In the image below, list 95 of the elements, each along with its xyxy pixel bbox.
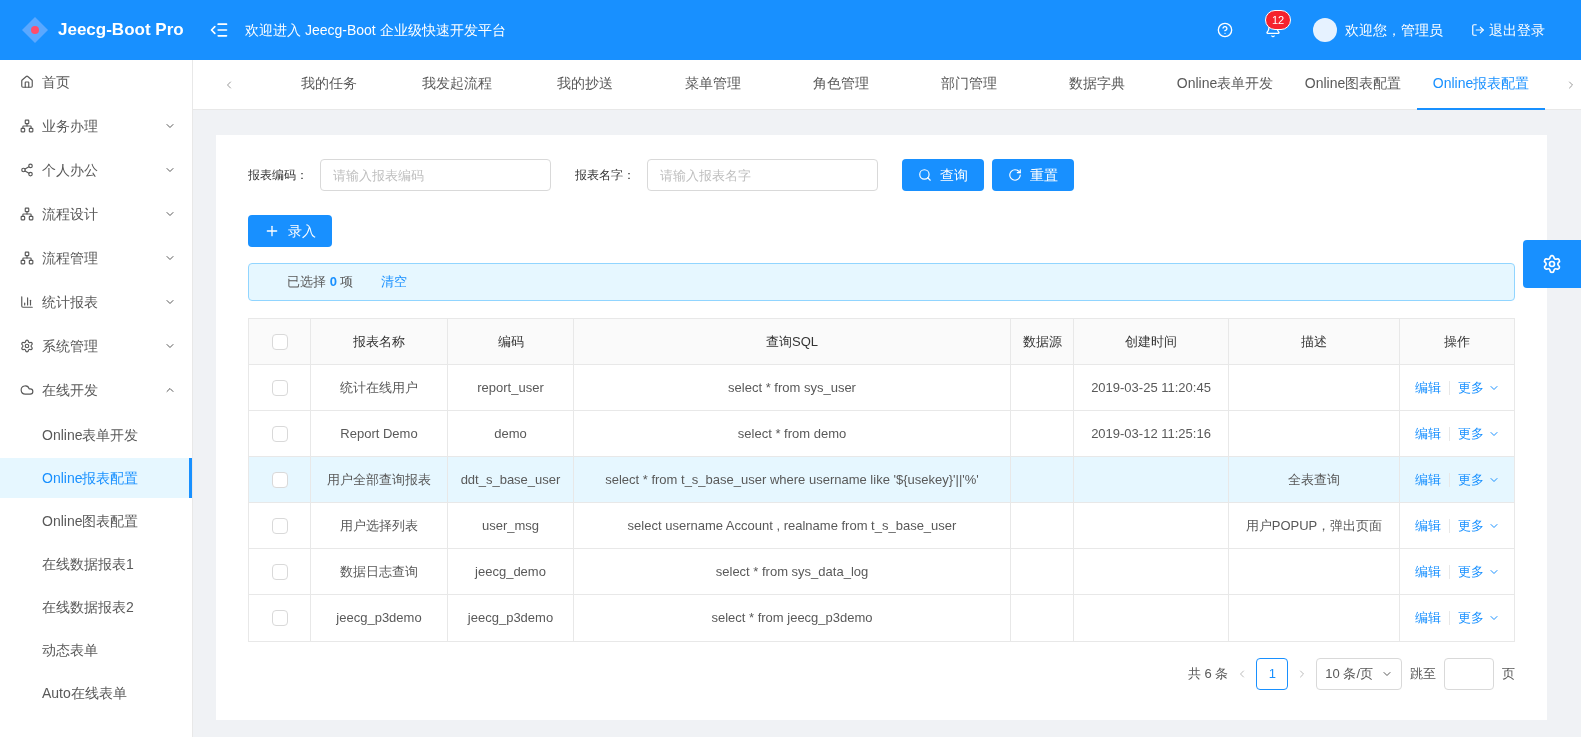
tab[interactable]: Online图表配置 bbox=[1289, 59, 1417, 110]
tab[interactable]: 部门管理 bbox=[905, 59, 1033, 110]
share-icon bbox=[20, 163, 34, 177]
menu-icon[interactable] bbox=[209, 20, 229, 40]
search-icon bbox=[918, 168, 932, 182]
table-row[interactable]: 用户选择列表 user_msg select username Account , realname from t_s_base_user 用户POPUP，弹出页面 编辑 更多 bbox=[249, 503, 1514, 549]
logout-icon[interactable] bbox=[1471, 23, 1485, 37]
table-cell-text: 数据日志查询 bbox=[340, 562, 418, 581]
settings-icon bbox=[1542, 254, 1562, 274]
page-size-select[interactable]: 10 条/页 bbox=[1316, 658, 1402, 690]
bar-chart-icon bbox=[20, 295, 34, 309]
sidebar-item[interactable]: 首页 bbox=[0, 60, 192, 104]
column-header: 编码 bbox=[448, 319, 574, 364]
table-cell-text: user_msg bbox=[481, 516, 540, 535]
column-header: 描述 bbox=[1229, 319, 1400, 364]
selection-info: 已选择 0 项 bbox=[287, 273, 354, 292]
total-count: 共 6 条 bbox=[1187, 665, 1229, 684]
sidebar-subitem[interactable]: 在线数据报表2 bbox=[0, 587, 192, 627]
table-cell-text: jeecg_demo bbox=[475, 562, 546, 581]
table-cell-text: 全表查询 bbox=[1288, 470, 1340, 489]
table-cell-text: demo bbox=[494, 424, 527, 443]
sidebar-item[interactable]: 系统管理 bbox=[0, 324, 192, 368]
checkbox[interactable] bbox=[271, 517, 288, 534]
tab[interactable]: 我的抄送 bbox=[521, 59, 649, 110]
tab[interactable]: 角色管理 bbox=[777, 59, 905, 110]
home-icon bbox=[20, 75, 34, 89]
sidebar-item[interactable]: 统计报表 bbox=[0, 280, 192, 324]
table-row[interactable]: 统计在线用户 report_user select * from sys_user 2019-03-25 11:20:45 编辑 更多 bbox=[249, 365, 1514, 411]
table-cell-text: ddt_s_base_user bbox=[460, 470, 561, 489]
sitemap-icon bbox=[20, 119, 34, 133]
checkbox[interactable] bbox=[271, 425, 288, 442]
sidebar-subitem[interactable]: 动态表单 bbox=[0, 630, 192, 670]
sidebar-subitem[interactable]: Online图表配置 bbox=[0, 501, 192, 541]
table-cell-text: jeecg_p3demo bbox=[336, 609, 422, 628]
tab[interactable]: 我发起流程 bbox=[393, 59, 521, 110]
table-cell-text: 用户POPUP，弹出页面 bbox=[1245, 516, 1383, 535]
table-cell-text: 统计在线用户 bbox=[340, 378, 418, 397]
table-cell-text: select * from demo bbox=[737, 424, 847, 443]
column-header: 操作 bbox=[1443, 332, 1471, 351]
app-title: Jeecg-Boot Pro bbox=[58, 19, 184, 42]
help-icon[interactable] bbox=[1217, 22, 1233, 38]
plus-icon bbox=[264, 223, 280, 239]
table-cell-text: jeecg_p3demo bbox=[467, 609, 554, 628]
table-cell-text: 用户全部查询报表 bbox=[327, 470, 431, 489]
table-cell-text: select * from jeecg_p3demo bbox=[711, 609, 873, 628]
page-label: 页 bbox=[1502, 665, 1515, 684]
table-cell-text: 2019-03-25 11:20:45 bbox=[1091, 378, 1211, 397]
search-field[interactable]: 请输入报表编码 bbox=[320, 159, 551, 191]
field-label: 报表名字： bbox=[575, 167, 635, 184]
sidebar-subitem[interactable]: 在线数据报表1 bbox=[0, 544, 192, 584]
sidebar-item[interactable]: 流程设计 bbox=[0, 192, 192, 236]
tab[interactable]: 菜单管理 bbox=[649, 59, 777, 110]
refresh-icon bbox=[1008, 168, 1022, 182]
settings-button[interactable] bbox=[1523, 240, 1581, 288]
table-row[interactable]: 用户全部查询报表 ddt_s_base_user select * from t_s_base_user where username like '${usekey}'||'%' 全表查询 编辑 更多 bbox=[249, 457, 1514, 503]
avatar[interactable] bbox=[1313, 18, 1337, 42]
sidebar-subitem[interactable]: Online表单开发 bbox=[0, 415, 192, 455]
column-header: 数据源 bbox=[1011, 319, 1074, 364]
sidebar-item[interactable]: 流程管理 bbox=[0, 236, 192, 280]
table-row[interactable]: 数据日志查询 jeecg_demo select * from sys_data_log 编辑 更多 bbox=[249, 549, 1514, 595]
tab[interactable]: 我的任务 bbox=[265, 59, 393, 110]
tab[interactable]: Online表单开发 bbox=[1161, 59, 1289, 110]
notification-badge: 12 bbox=[1265, 10, 1292, 30]
table-cell-text: 2019-03-12 11:25:16 bbox=[1091, 424, 1211, 443]
cloud-icon bbox=[20, 383, 34, 397]
table-cell-text: report_user bbox=[477, 378, 544, 397]
checkbox[interactable] bbox=[271, 610, 288, 626]
checkbox[interactable] bbox=[271, 563, 288, 580]
jump-field[interactable] bbox=[1444, 658, 1494, 690]
table-cell-text: select username Account , realname from t_s_base_user bbox=[627, 516, 957, 535]
checkbox[interactable] bbox=[271, 333, 288, 350]
sidebar-item[interactable]: 业务办理 bbox=[0, 104, 192, 148]
table-cell-text: select * from sys_user bbox=[728, 378, 856, 397]
table-cell-text: select * from sys_data_log bbox=[715, 562, 869, 581]
sitemap-icon bbox=[20, 207, 34, 221]
table-cell-text: select * from t_s_base_user where username like '${usekey}'||'%' bbox=[605, 470, 979, 489]
gear-icon bbox=[20, 339, 34, 353]
sitemap-icon bbox=[20, 251, 34, 265]
table-row[interactable]: Report Demo demo select * from demo 2019-03-12 11:25:16 编辑 更多 bbox=[249, 411, 1514, 457]
field-label: 报表编码： bbox=[248, 167, 308, 184]
table-cell-text: Report Demo bbox=[340, 424, 418, 443]
logo-icon bbox=[20, 15, 50, 45]
column-header: 报表名称 bbox=[311, 319, 448, 364]
column-header: 查询SQL bbox=[574, 319, 1011, 364]
sidebar-item[interactable]: 个人办公 bbox=[0, 148, 192, 192]
table-cell-text: 用户选择列表 bbox=[340, 516, 418, 535]
column-header: 创建时间 bbox=[1074, 319, 1229, 364]
checkbox[interactable] bbox=[271, 379, 288, 396]
search-field[interactable]: 请输入报表名字 bbox=[647, 159, 878, 191]
sidebar-subitem[interactable]: Auto在线表单 bbox=[0, 673, 192, 713]
checkbox[interactable] bbox=[271, 471, 288, 488]
welcome-text: 欢迎进入 Jeecg-Boot 企业级快速开发平台 bbox=[245, 20, 506, 40]
sidebar-item[interactable]: 在线开发 bbox=[0, 368, 192, 412]
tab[interactable]: 数据字典 bbox=[1033, 59, 1161, 110]
jump-label: 跳至 bbox=[1410, 665, 1436, 684]
